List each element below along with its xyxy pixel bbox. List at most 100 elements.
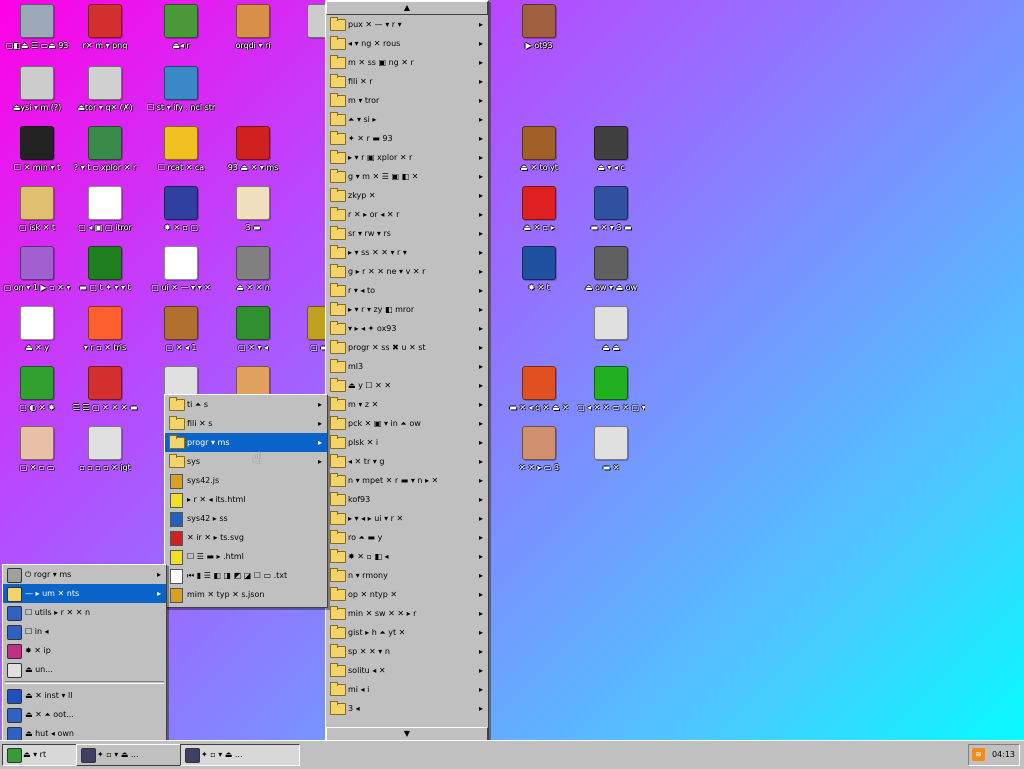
program-folder-item[interactable]: r ▾ ◂ to ▸	[326, 281, 488, 300]
file-item[interactable]: ✕ ir ✕ ▸ ts.svg	[165, 528, 327, 547]
folder-item[interactable]: ti ⏶ s ▸	[165, 395, 327, 414]
desktop-icon[interactable]: ⏏◂ r	[147, 4, 215, 64]
program-folder-item[interactable]: pux ✕ — ▾ r ▾ ▸	[326, 15, 488, 34]
folder-item[interactable]: progr ▾ ms ▸	[165, 433, 327, 452]
desktop-icon[interactable]: ▢ ◐ ✕ ✸	[3, 366, 71, 426]
desktop-icon[interactable]: ▬ ✕ ▾ 3 ▬	[577, 186, 645, 246]
desktop-icon[interactable]: ▢ ui ✕ — ▾ ▾ ✕	[147, 246, 215, 306]
desktop-icon[interactable]: ▢ ✕ ▫ ▭	[3, 426, 71, 486]
desktop-icon[interactable]: ☐ st ▾ ify . ncl stras ▣ rust	[147, 66, 215, 126]
program-folder-item[interactable]: n ▾ rmony ▸	[326, 566, 488, 585]
desktop-icon[interactable]: ▢ ✕ ▾ ◂	[219, 306, 287, 366]
program-folder-item[interactable]: sr ▾ rw ▾ rs ▸	[326, 224, 488, 243]
desktop-icon[interactable]: ▢ ✕ ◂ 1	[147, 306, 215, 366]
file-item[interactable]: ⏮ ▮ ☰ ◧ ◨ ◩ ◪ ☐ ▭ .txt	[165, 566, 327, 585]
program-folder-item[interactable]: g ▾ m ✕ ☰ ▣ ◧ ✕ ▸	[326, 167, 488, 186]
desktop-icon[interactable]: ▫ ▫ ▫ ▫ ✕ igt	[71, 426, 139, 486]
file-item[interactable]: ☐ ☰ ▬ ▸ .html	[165, 547, 327, 566]
desktop-icon[interactable]: ▢ ◂ ✕ ✕ ▭ ✕ ▢ ▾	[577, 366, 645, 426]
program-folder-item[interactable]: ro ⏶ ▬ y ▸	[326, 528, 488, 547]
rss-icon[interactable]: ≋	[972, 748, 985, 761]
desktop-icon[interactable]: ▢◧⏏ ☰ ▭⏏ 93	[3, 4, 71, 64]
desktop-icon[interactable]: r✕ m ▾ pnq	[71, 4, 139, 64]
program-folder-item[interactable]: ▸ ▾ ss ✕ ✕ ▾ r ▾ ▸	[326, 243, 488, 262]
program-folder-item[interactable]: n ▾ mpet ✕ r ▬ ▾ n ▸ ✕ ▸	[326, 471, 488, 490]
program-folder-item[interactable]: op ✕ ntyp ✕ ▸	[326, 585, 488, 604]
scroll-down-button[interactable]: ▼	[326, 727, 488, 741]
desktop-icon[interactable]: ⏏ ✕ ✕ n	[219, 246, 287, 306]
desktop-icon[interactable]: ⏏tor ▾ q✕ (✗)	[71, 66, 139, 126]
program-folder-item[interactable]: g ▸ r ✕ ✕ ne ▾ v ✕ r ▸	[326, 262, 488, 281]
program-folder-item[interactable]: progr ✕ ss ✖ u ✕ st ▸	[326, 338, 488, 357]
program-folder-item[interactable]: r ✕ ▸ or ◂ ✕ r ▸	[326, 205, 488, 224]
start-menu-item[interactable]: ✸ ✕ ip	[3, 641, 166, 660]
program-folder-item[interactable]: ▸ ▾ ◂ ▸ ui ▾ r ✕ ▸	[326, 509, 488, 528]
desktop-icon[interactable]: ▢ on ▾ 1 ▶ ▫ ✕ ▾	[3, 246, 71, 306]
file-item[interactable]: sys42.js	[165, 471, 327, 490]
program-folder-item[interactable]: m ▾ tror ▸	[326, 91, 488, 110]
desktop-icon[interactable]: ▢ ◂ ▣ ▢ itror	[71, 186, 139, 246]
folder-item[interactable]: sys ▸	[165, 452, 327, 471]
desktop-icon[interactable]: ✕ ✕ ▸ ▭ 3	[505, 426, 573, 486]
desktop-icon[interactable]: ⏏ ✕ to yt	[505, 126, 573, 186]
desktop-icon[interactable]: ▶ ot93	[505, 4, 573, 64]
program-folder-item[interactable]: 3 ◂ ▸	[326, 699, 488, 718]
program-folder-item[interactable]: ml3 ▸	[326, 357, 488, 376]
program-folder-item[interactable]: solitu ◂ ✕ ▸	[326, 661, 488, 680]
program-folder-item[interactable]: plsk ✕ i ▸	[326, 433, 488, 452]
program-folder-item[interactable]: min ✕ sw ✕ ✕ ▸ r ▸	[326, 604, 488, 623]
desktop-icon[interactable]: ▢ isk ✕ t	[3, 186, 71, 246]
program-folder-item[interactable]: ◂ ▾ ng ✕ rous ▸	[326, 34, 488, 53]
desktop-icon[interactable]: ⏏ ✕ y	[3, 306, 71, 366]
program-folder-item[interactable]: ⏏ y ☐ ✕ ✕ ▸	[326, 376, 488, 395]
start-menu-item[interactable]: ⏏ ✕ ⏶ oot...	[3, 705, 166, 724]
desktop-icon[interactable]: ▬ ▢ t ✦ ▾ ▾ t	[71, 246, 139, 306]
program-folder-item[interactable]: mi ◂ i ▸	[326, 680, 488, 699]
desktop-icon[interactable]: ▾ r ▫ ✕ tris	[71, 306, 139, 366]
desktop-icon[interactable]: ⏏ysi ▾ m (?)	[3, 66, 71, 126]
program-folder-item[interactable]: gist ▸ h ⏶ yt ✕ ▸	[326, 623, 488, 642]
start-menu-item[interactable]: ☐ utils ▸ r ✕ ✕ n	[3, 603, 166, 622]
start-menu-item[interactable]: — ▸ um ✕ nts ▸	[3, 584, 166, 603]
program-folder-item[interactable]: ▸ ▾ r ▾ zy ◧ mror ▸	[326, 300, 488, 319]
desktop-icon[interactable]: orqdi ▾ ri	[219, 4, 287, 64]
desktop-icon[interactable]: ⏏ ▾ ◂ c	[577, 126, 645, 186]
file-item[interactable]: ▸ r ✕ ◂ its.html	[165, 490, 327, 509]
desktop-icon[interactable]: ▬ ✕	[577, 426, 645, 486]
program-folder-item[interactable]: zkyp ✕ ▸	[326, 186, 488, 205]
desktop-icon[interactable]: ▬ ✕ ◂ q ✕ ⏏ ✕	[505, 366, 573, 426]
desktop-icon[interactable]: ⏏ ⏏	[577, 306, 645, 366]
task-button-2[interactable]: ✦ ▫ ▾ ⏏ ...	[180, 744, 300, 766]
desktop-icon[interactable]: 3 ▬	[219, 186, 287, 246]
program-folder-item[interactable]: ✸ ✕ ▫ ◧ ◂ ▸	[326, 547, 488, 566]
program-folder-item[interactable]: kof93 ▸	[326, 490, 488, 509]
file-item[interactable]: mim ✕ typ ✕ s.json	[165, 585, 327, 604]
program-folder-item[interactable]: ◂ ✕ tr ▾ g ▸	[326, 452, 488, 471]
task-button-1[interactable]: ✦ ▫ ▾ ⏏ ...	[76, 744, 196, 766]
desktop-icon[interactable]: ⏏ ✕ ▫ ▸	[505, 186, 573, 246]
desktop-icon[interactable]: ☐ rcat ✕ ca	[147, 126, 215, 186]
desktop-icon[interactable]: ✸ ✕ ▫ ▢	[147, 186, 215, 246]
start-menu-item[interactable]: ⏏ ✕ inst ▾ ll	[3, 686, 166, 705]
desktop-icon[interactable]: 93 ⏏ ✕ ▾ ms	[219, 126, 287, 186]
desktop-icon[interactable]: ☐ ✕ min ▾ t	[3, 126, 71, 186]
desktop-icon[interactable]: ☰ ☰ ▢ ✕ ✕ ✕ ▬	[71, 366, 139, 426]
scroll-up-button[interactable]: ▲	[326, 1, 488, 15]
desktop-icon[interactable]: ✸ ✕ t	[505, 246, 573, 306]
program-folder-item[interactable]: ▸ ▾ r ▣ xplor ✕ r ▸	[326, 148, 488, 167]
program-folder-item[interactable]: m ✕ ss ▣ ng ✕ r ▸	[326, 53, 488, 72]
file-item[interactable]: sys42 ▸ ss	[165, 509, 327, 528]
program-folder-item[interactable]: ✦ ✕ r ▬ 93 ▸	[326, 129, 488, 148]
program-folder-item[interactable]: fili ✕ r ▸	[326, 72, 488, 91]
program-folder-item[interactable]: sp ✕ ✕ ▾ n ▸	[326, 642, 488, 661]
start-menu-item[interactable]: ⏻ rogr ▾ ms ▸	[3, 565, 166, 584]
program-folder-item[interactable]: pck ✕ ▣ ▾ in ⏶ ow ▸	[326, 414, 488, 433]
folder-item[interactable]: fili ✕ s ▸	[165, 414, 327, 433]
program-folder-item[interactable]: ⏶ ▾ si ▸ ▸	[326, 110, 488, 129]
desktop-icon[interactable]: ? ▾ t ▫ xplor ✕ r	[71, 126, 139, 186]
desktop-icon[interactable]: ⏏ ow ▾ ⏏ ow	[577, 246, 645, 306]
start-menu-item[interactable]: ☐ in ◂	[3, 622, 166, 641]
start-menu-item[interactable]: ⏏ un...	[3, 660, 166, 679]
program-folder-item[interactable]: m ▾ z ✕ ▸	[326, 395, 488, 414]
program-folder-item[interactable]: ▾ ▸ ◂ ✦ ox93 ▸	[326, 319, 488, 338]
